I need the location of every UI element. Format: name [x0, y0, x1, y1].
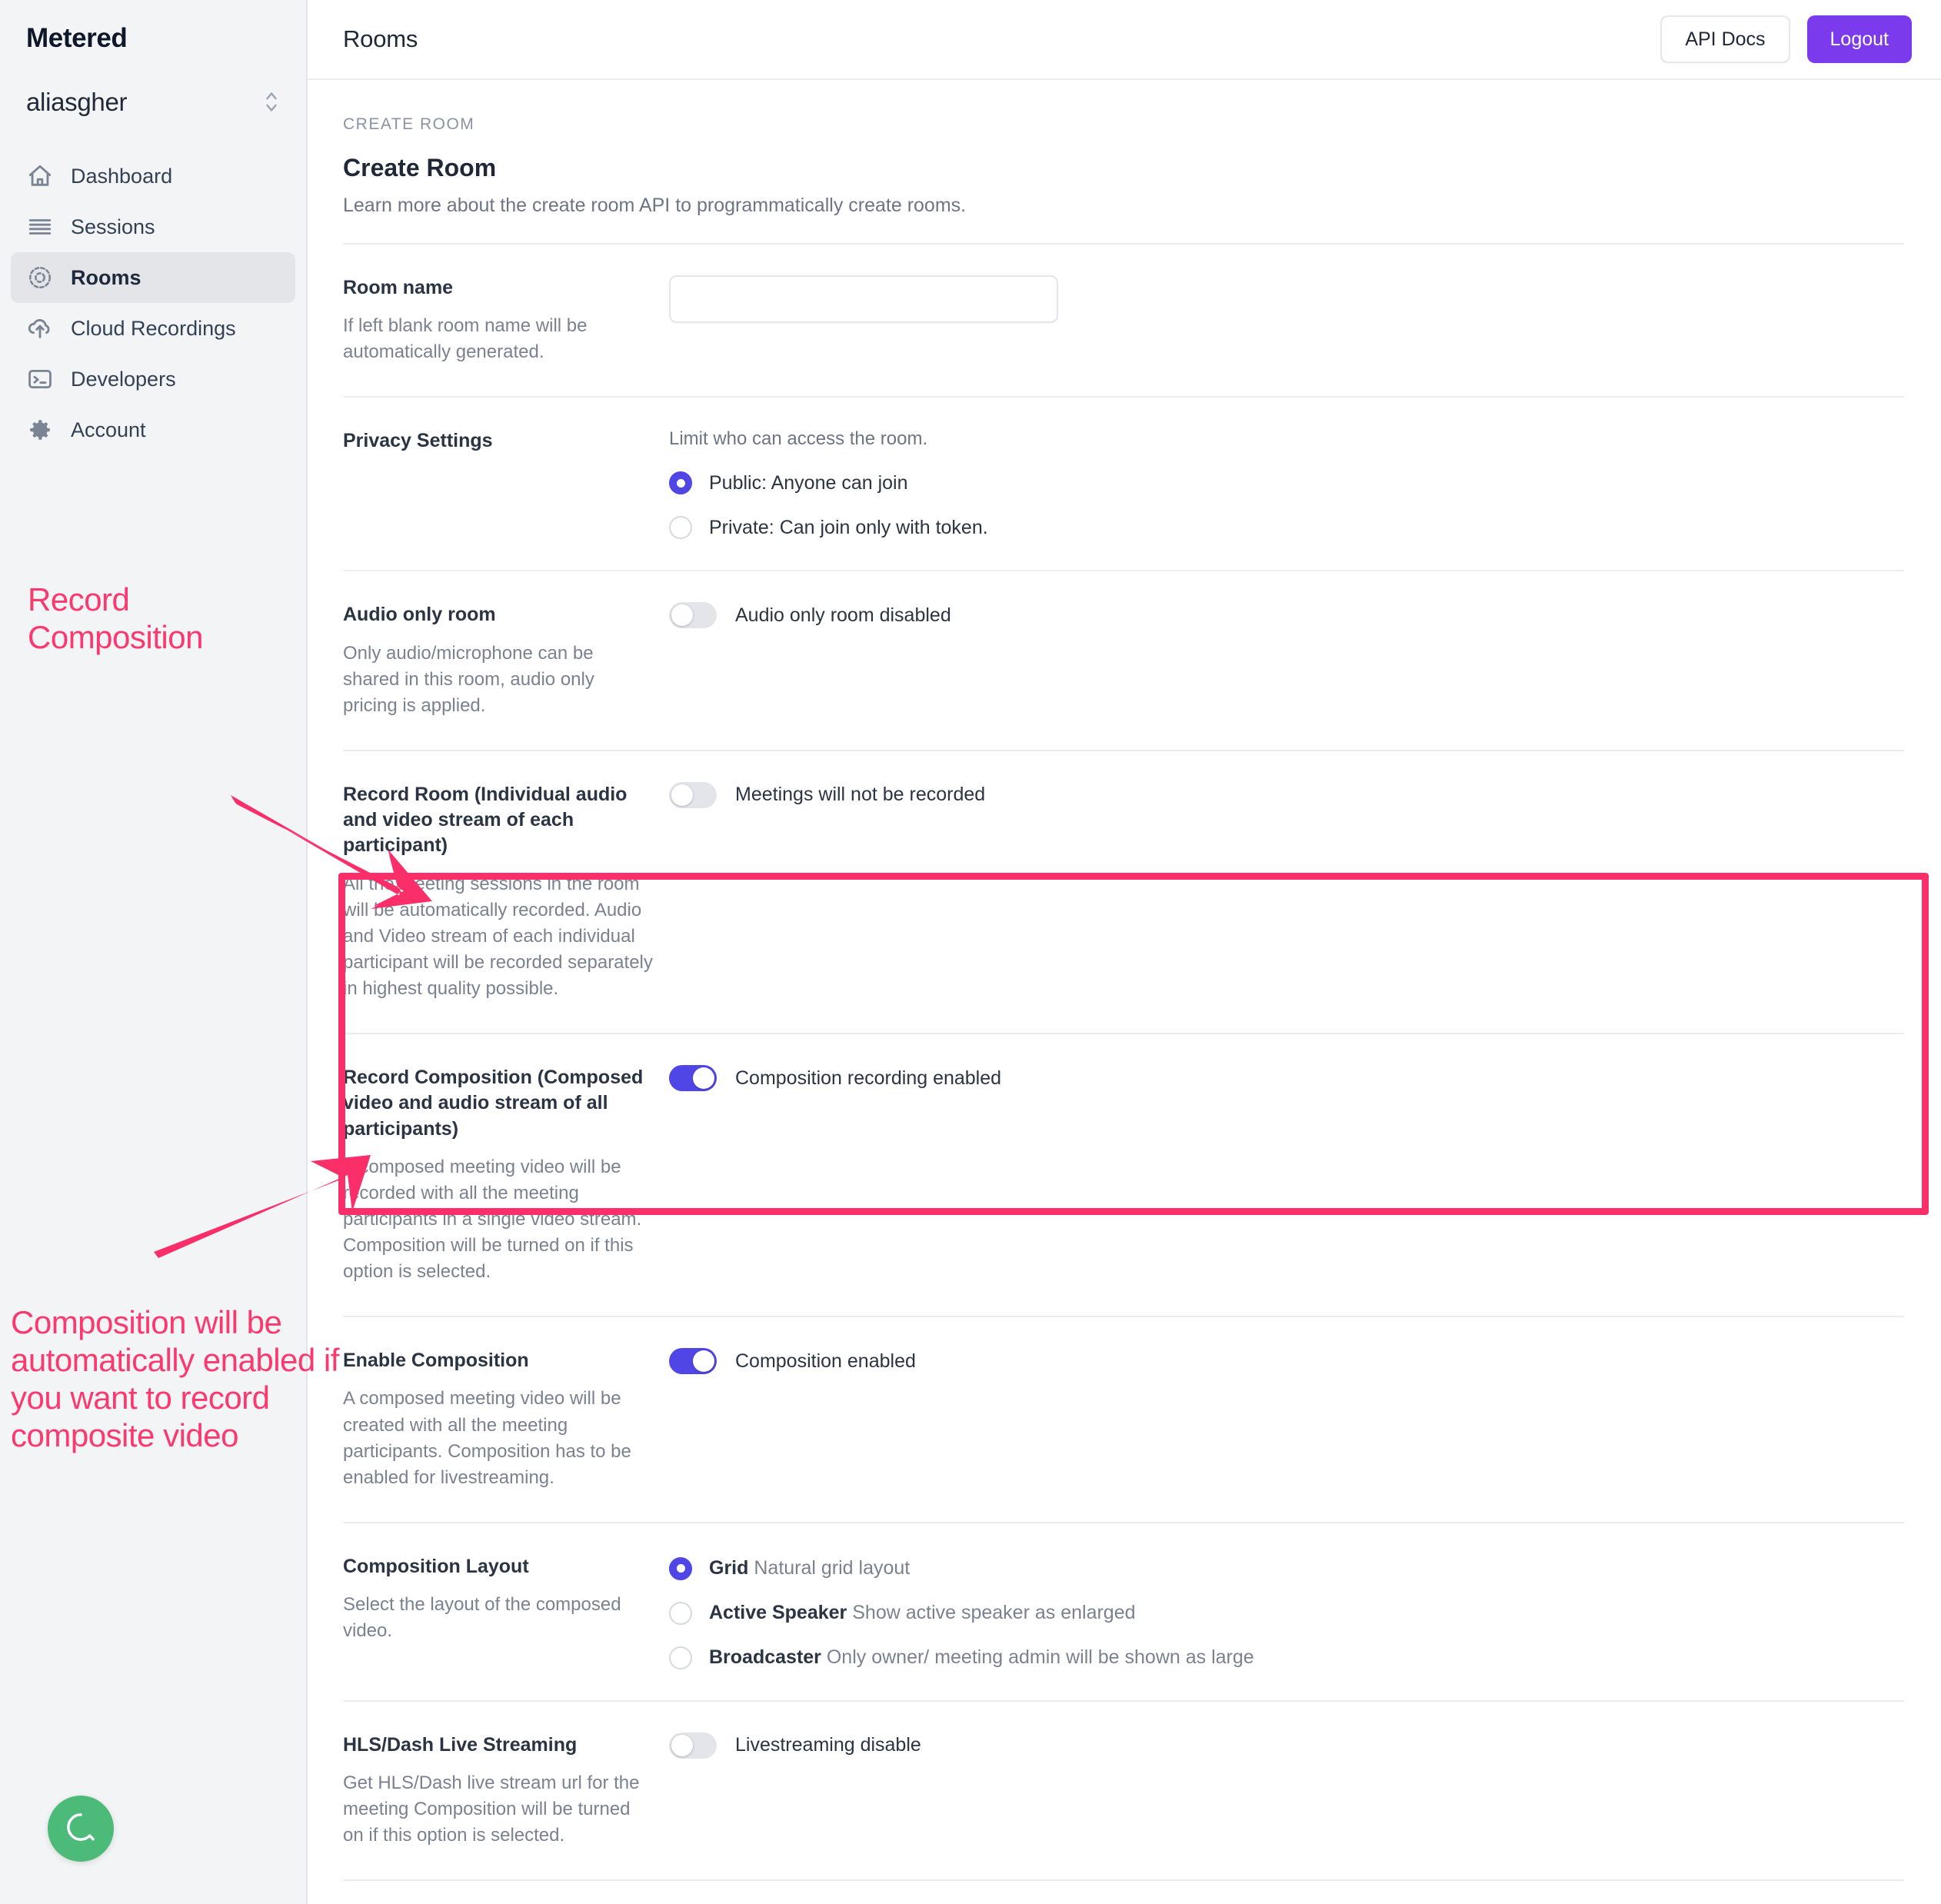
chat-bubble-icon: [63, 1809, 98, 1849]
field-room-name: Room name If left blank room name will b…: [343, 245, 1904, 396]
radio-label: Active Speaker Show active speaker as en…: [709, 1602, 1136, 1624]
enable-composition-toggle[interactable]: [669, 1348, 717, 1375]
sidebar-item-label: Account: [71, 418, 146, 441]
main-content: Rooms API Docs Logout CREATE ROOM Create…: [308, 0, 1941, 1904]
sidebar-item-label: Dashboard: [71, 164, 173, 188]
field-hint: Get HLS/Dash live stream url for the mee…: [343, 1772, 640, 1846]
field-hint: Only audio/microphone can be shared in t…: [343, 642, 594, 716]
field-hint: All the meeting sessions in the room wil…: [343, 873, 653, 999]
radio-layout-broadcaster[interactable]: Broadcaster Only owner/ meeting admin wi…: [669, 1646, 1904, 1669]
org-name: aliasgher: [26, 88, 128, 116]
list-icon: [26, 213, 54, 241]
record-composition-toggle[interactable]: [669, 1065, 717, 1092]
room-name-input[interactable]: [669, 275, 1058, 323]
sidebar-item-label: Cloud Recordings: [71, 316, 236, 340]
create-room-form: CREATE ROOM Create Room Learn more about…: [308, 115, 1941, 1904]
field-composition-layout: Composition Layout Select the layout of …: [343, 1523, 1904, 1700]
field-record-room: Record Room (Individual audio and video …: [343, 751, 1904, 1033]
org-switcher[interactable]: aliasgher: [26, 88, 280, 117]
toggle-row: Composition enabled: [669, 1348, 1904, 1375]
breadcrumb: CREATE ROOM: [343, 115, 475, 133]
radio-option-desc: Show active speaker as enlarged: [852, 1602, 1136, 1624]
radio-private[interactable]: Private: Can join only with token.: [669, 516, 1904, 540]
sidebar-item-rooms[interactable]: Rooms: [11, 252, 295, 303]
toggle-label: Composition enabled: [735, 1350, 916, 1372]
gear-icon: [26, 416, 54, 444]
field-hint: Limit who can access the room.: [669, 428, 928, 450]
form-subtitle: Learn more about the create room API to …: [343, 195, 967, 216]
field-label: Record Room (Individual audio and video …: [343, 783, 628, 857]
field-label: Privacy Settings: [343, 430, 493, 452]
sidebar-item-cloud-recordings[interactable]: Cloud Recordings: [11, 303, 295, 354]
field-hls-dash-live-streaming: HLS/Dash Live Streaming Get HLS/Dash liv…: [343, 1702, 1904, 1879]
form-title: Create Room: [343, 154, 497, 181]
radio-option-name: Grid: [709, 1557, 749, 1579]
app-root: Metered aliasgher Dashboard Sessions Roo…: [0, 0, 1941, 1904]
api-docs-button[interactable]: API Docs: [1660, 15, 1790, 63]
audio-only-toggle[interactable]: [669, 602, 717, 629]
sidebar-item-label: Sessions: [71, 215, 155, 238]
radio-label: Broadcaster Only owner/ meeting admin wi…: [709, 1646, 1254, 1669]
field-label: Record Composition (Composed video and a…: [343, 1067, 644, 1140]
field-label: Enable Composition: [343, 1350, 529, 1372]
field-hint: Select the layout of the composed video.: [343, 1593, 621, 1642]
sidebar-item-label: Developers: [71, 367, 176, 391]
field-hint: A composed meeting video will be recorde…: [343, 1156, 642, 1283]
toggle-row: Livestreaming disable: [669, 1732, 1904, 1759]
radio-option-name: Active Speaker: [709, 1602, 847, 1624]
topbar-actions: API Docs Logout: [1660, 15, 1912, 63]
field-label: HLS/Dash Live Streaming: [343, 1733, 578, 1756]
cloud-upload-icon: [26, 315, 54, 342]
record-room-toggle[interactable]: [669, 781, 717, 808]
toggle-label: Livestreaming disable: [735, 1734, 921, 1756]
sidebar-nav: Dashboard Sessions Rooms Cloud Recording…: [0, 151, 306, 455]
sidebar-item-developers[interactable]: Developers: [11, 354, 295, 404]
sidebar-item-sessions[interactable]: Sessions: [11, 201, 295, 252]
home-icon: [26, 162, 54, 190]
sidebar-item-dashboard[interactable]: Dashboard: [11, 151, 295, 201]
radio-label: Grid Natural grid layout: [709, 1557, 910, 1579]
radio-icon[interactable]: [669, 516, 692, 540]
page-title: Rooms: [343, 25, 418, 52]
field-label: Room name: [343, 277, 454, 298]
chevron-updown-icon: [263, 89, 280, 115]
toggle-label: Meetings will not be recorded: [735, 784, 986, 806]
field-privacy-settings: Privacy Settings Limit who can access th…: [343, 398, 1904, 570]
radio-icon[interactable]: [669, 1646, 692, 1669]
sidebar: Metered aliasgher Dashboard Sessions Roo…: [0, 0, 308, 1904]
radio-option-desc: Only owner/ meeting admin will be shown …: [826, 1646, 1254, 1669]
brand-logo: Metered: [26, 23, 128, 53]
toggle-row: Audio only room disabled: [669, 602, 1904, 629]
field-hint: If left blank room name will be automati…: [343, 315, 588, 363]
sidebar-item-label: Rooms: [71, 265, 141, 289]
toggle-label: Audio only room disabled: [735, 604, 951, 626]
radio-label: Public: Anyone can join: [709, 471, 908, 494]
field-record-composition: Record Composition (Composed video and a…: [343, 1034, 1904, 1316]
help-chat-button[interactable]: [48, 1796, 114, 1862]
radio-icon[interactable]: [669, 1601, 692, 1625]
radio-icon[interactable]: [669, 471, 692, 495]
field-audio-only-room: Audio only room Only audio/microphone ca…: [343, 571, 1904, 749]
field-enable-rtmp-out: Enable RTMP Out When enabled you can pro…: [343, 1881, 1904, 1904]
radio-label: Private: Can join only with token.: [709, 516, 988, 538]
field-label: Composition Layout: [343, 1555, 529, 1577]
field-hint: A composed meeting video will be created…: [343, 1388, 631, 1488]
topbar: Rooms API Docs Logout: [308, 0, 1941, 80]
field-label: Audio only room: [343, 604, 496, 626]
sidebar-item-account[interactable]: Account: [11, 404, 295, 455]
terminal-icon: [26, 365, 54, 393]
radio-layout-grid[interactable]: Grid Natural grid layout: [669, 1556, 1904, 1580]
radio-option-name: Broadcaster: [709, 1646, 821, 1669]
radio-option-desc: Natural grid layout: [754, 1557, 911, 1579]
radio-icon[interactable]: [669, 1556, 692, 1580]
field-enable-composition: Enable Composition A composed meeting vi…: [343, 1317, 1904, 1522]
radio-layout-active-speaker[interactable]: Active Speaker Show active speaker as en…: [669, 1601, 1904, 1625]
logout-button[interactable]: Logout: [1806, 15, 1912, 63]
hls-dash-toggle[interactable]: [669, 1732, 717, 1759]
rooms-icon: [26, 264, 54, 291]
toggle-label: Composition recording enabled: [735, 1067, 1002, 1089]
toggle-row: Composition recording enabled: [669, 1065, 1904, 1092]
toggle-row: Meetings will not be recorded: [669, 781, 1904, 808]
radio-public[interactable]: Public: Anyone can join: [669, 471, 1904, 495]
